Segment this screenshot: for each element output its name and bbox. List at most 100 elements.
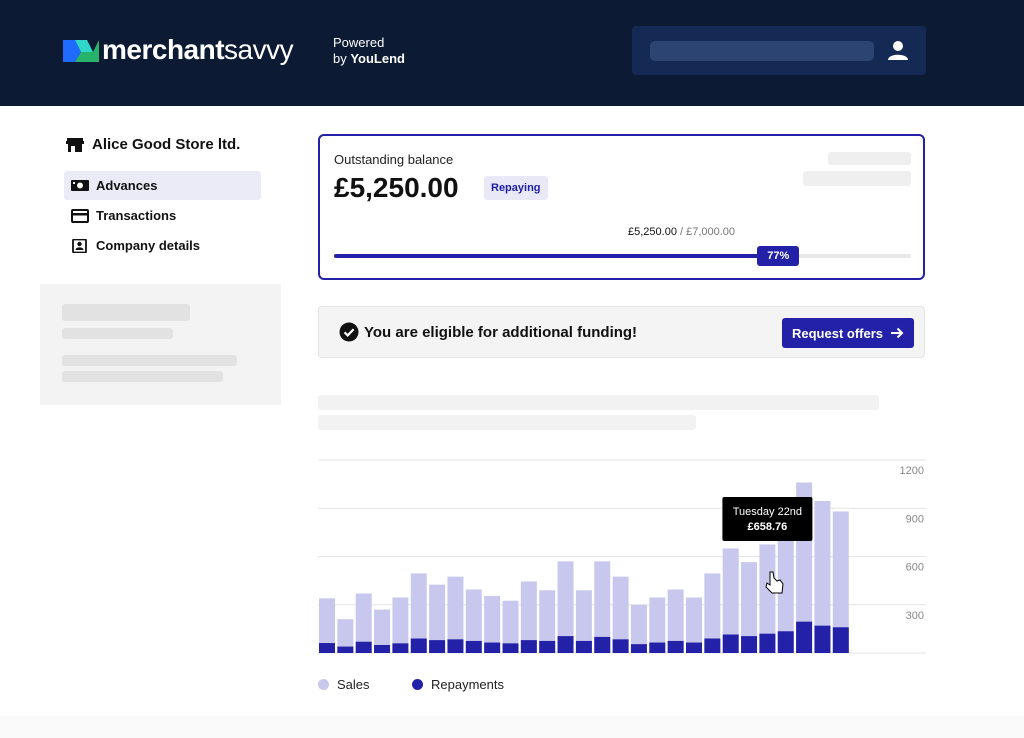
sales-bar[interactable]: [410, 573, 427, 653]
repayments-bar[interactable]: [630, 644, 647, 653]
store-name: Alice Good Store ltd.: [92, 136, 241, 153]
sidebar-item-company-details[interactable]: Company details: [64, 231, 261, 260]
merchantsavvy-logo[interactable]: merchantsavvy: [63, 36, 294, 64]
sales-bar[interactable]: [777, 532, 794, 653]
sidebar-placeholder-card: [40, 284, 281, 405]
hand-cursor-icon: [765, 571, 784, 594]
legend-item-sales: Sales: [318, 677, 370, 692]
repayments-bar[interactable]: [392, 643, 409, 653]
sales-bar[interactable]: [612, 576, 629, 653]
skeleton-line: [318, 395, 879, 410]
y-tick-label: 1200: [900, 465, 924, 477]
sales-bar[interactable]: [502, 600, 519, 653]
chart-tooltip: Tuesday 22nd £658.76: [722, 497, 813, 541]
sales-bar[interactable]: [575, 590, 592, 653]
sales-bar[interactable]: [337, 619, 354, 653]
top-header: merchantsavvy Powered by YouLend: [0, 0, 1024, 106]
sales-bar[interactable]: [759, 544, 776, 653]
sales-bar[interactable]: [667, 589, 684, 653]
logo-mark-icon: [63, 40, 99, 62]
balance-amount: £5,250.00: [334, 172, 459, 203]
sales-bar[interactable]: [722, 548, 739, 653]
legend-item-repayments: Repayments: [412, 677, 504, 692]
check-circle-icon: [339, 322, 359, 342]
sidebar-item-label: Transactions: [96, 208, 177, 223]
card-icon: [71, 208, 89, 223]
repayments-bar[interactable]: [667, 640, 684, 653]
sales-bar[interactable]: [392, 597, 409, 653]
sales-bar[interactable]: [630, 604, 647, 653]
repayments-bar[interactable]: [814, 625, 831, 653]
legend-dot: [412, 679, 423, 690]
sales-bar[interactable]: [465, 589, 482, 653]
eligibility-message: You are eligible for additional funding!: [364, 324, 638, 341]
sales-bar[interactable]: [832, 511, 849, 653]
repayments-bar[interactable]: [319, 643, 335, 653]
repayments-bar[interactable]: [594, 636, 611, 653]
repayments-bar[interactable]: [447, 639, 464, 653]
progress-percent-label: 77%: [757, 246, 800, 266]
legend-dot: [318, 679, 329, 690]
repayments-bar[interactable]: [520, 640, 537, 653]
tooltip-background: [722, 497, 813, 541]
skeleton-line: [803, 171, 911, 186]
legend-label: Sales: [337, 677, 370, 692]
repayments-bar[interactable]: [832, 627, 849, 653]
repayments-bar[interactable]: [429, 640, 446, 653]
account-box: [632, 26, 926, 75]
sales-bar[interactable]: [594, 561, 611, 653]
progress-track: [334, 254, 911, 258]
sales-bar[interactable]: [319, 598, 335, 653]
repayments-bar[interactable]: [374, 644, 391, 653]
sidebar-item-transactions[interactable]: Transactions: [64, 201, 261, 230]
store-icon: [66, 137, 84, 152]
sales-bar[interactable]: [796, 482, 813, 653]
sidebar-item-label: Company details: [96, 238, 201, 253]
y-tick-label: 900: [906, 513, 924, 525]
repayments-bar[interactable]: [759, 633, 776, 653]
repayments-bar[interactable]: [704, 638, 721, 653]
repayments-bar[interactable]: [557, 636, 574, 653]
sales-bar[interactable]: [704, 573, 721, 653]
repayments-bar[interactable]: [796, 621, 813, 653]
account-placeholder-bar: [650, 41, 874, 61]
sales-bar[interactable]: [814, 501, 831, 653]
sales-bar[interactable]: [374, 609, 391, 653]
repayments-bar[interactable]: [410, 638, 427, 653]
sales-bar[interactable]: [520, 581, 537, 653]
arrow-right-icon: [891, 327, 904, 339]
sales-bar[interactable]: [355, 593, 372, 653]
repayments-bar[interactable]: [465, 640, 482, 653]
skeleton-line: [62, 328, 173, 339]
repayments-bar[interactable]: [686, 642, 702, 653]
repayments-bar[interactable]: [612, 639, 629, 653]
repayments-bar[interactable]: [777, 631, 794, 653]
repayments-bar[interactable]: [337, 646, 354, 653]
repayments-bar[interactable]: [722, 634, 739, 653]
sales-bar[interactable]: [484, 595, 501, 653]
repayments-bar[interactable]: [484, 642, 501, 653]
repayments-bar[interactable]: [649, 642, 666, 653]
skeleton-line: [62, 355, 237, 366]
sales-bar[interactable]: [429, 584, 446, 653]
sales-bar[interactable]: [686, 597, 702, 653]
sales-bar[interactable]: [557, 561, 574, 653]
repayments-bar[interactable]: [539, 640, 556, 653]
sidebar-item-advances[interactable]: Advances: [64, 171, 261, 200]
repayments-bar[interactable]: [575, 640, 592, 653]
repayments-bar[interactable]: [502, 643, 519, 653]
eligibility-banner: You are eligible for additional funding!…: [318, 306, 925, 358]
powered-line2: by YouLend: [333, 51, 405, 66]
repayments-bar[interactable]: [741, 636, 758, 653]
skeleton-line: [62, 371, 223, 382]
powered-by: Powered by YouLend: [333, 35, 405, 67]
sales-bar[interactable]: [741, 562, 758, 653]
sales-bar[interactable]: [649, 597, 666, 653]
powered-line1: Powered: [333, 35, 385, 50]
repayments-bar[interactable]: [355, 641, 372, 653]
request-offers-button[interactable]: Request offers: [782, 318, 914, 348]
sales-bar[interactable]: [447, 576, 464, 653]
y-tick-label: 600: [906, 562, 924, 574]
user-icon[interactable]: [885, 38, 911, 64]
sales-bar[interactable]: [539, 590, 556, 653]
